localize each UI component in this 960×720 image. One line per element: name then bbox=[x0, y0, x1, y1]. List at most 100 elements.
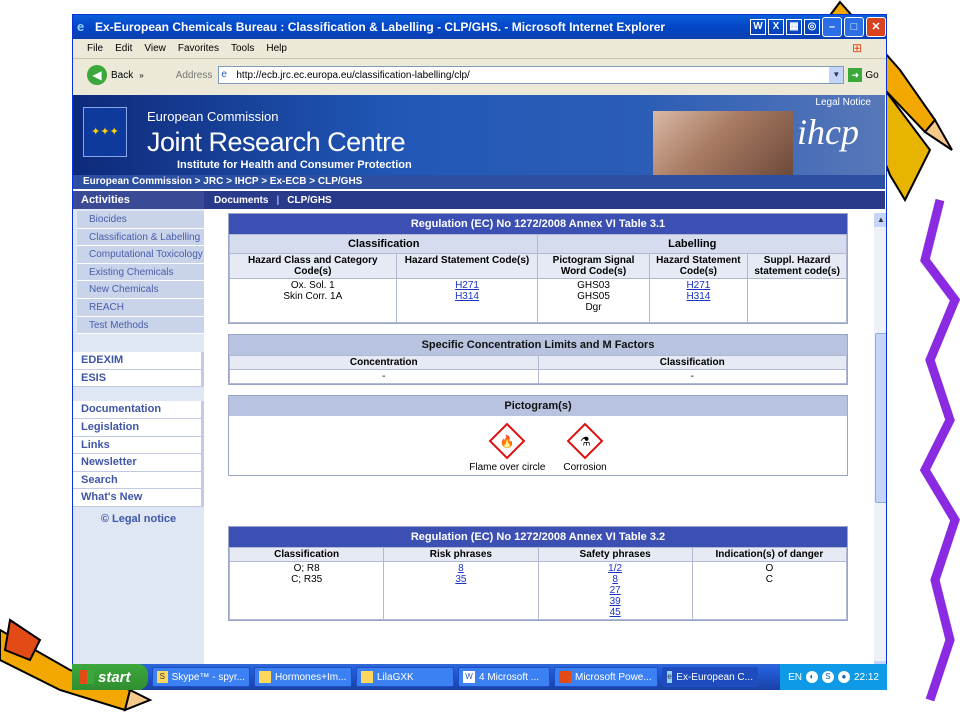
link-safety-39[interactable]: 39 bbox=[541, 596, 690, 607]
start-label: start bbox=[98, 669, 131, 686]
lab-photo bbox=[653, 111, 793, 175]
maximize-button[interactable]: □ bbox=[844, 17, 864, 37]
link-h271[interactable]: H271 bbox=[399, 280, 536, 291]
jrc-heading: Joint Research Centre bbox=[147, 127, 405, 158]
task-folder-hormones[interactable]: Hormones+Im... bbox=[254, 667, 352, 687]
windows-logo-icon bbox=[80, 670, 94, 684]
start-button[interactable]: start bbox=[72, 664, 148, 690]
danger-1: O bbox=[695, 563, 844, 574]
classification-2: C; R35 bbox=[232, 574, 381, 585]
menu-file[interactable]: File bbox=[87, 43, 103, 54]
back-button[interactable]: ◀ Back » bbox=[87, 65, 144, 85]
link-safety-45[interactable]: 45 bbox=[541, 607, 690, 618]
danger-cell: O C bbox=[692, 562, 846, 620]
nav-classification-labelling[interactable]: Classification & Labelling bbox=[77, 229, 204, 247]
table-row: O; R8 C; R35 8 35 1/2 8 27 39 45 bbox=[230, 562, 847, 620]
concentration-value: - bbox=[230, 370, 539, 384]
folder-icon bbox=[259, 671, 271, 683]
link-label-h314[interactable]: H314 bbox=[652, 291, 746, 302]
nav-existing-chemicals[interactable]: Existing Chemicals bbox=[77, 264, 204, 282]
nav-biocides[interactable]: Biocides bbox=[77, 211, 204, 229]
col-safety-phrases: Safety phrases bbox=[538, 548, 692, 562]
link-label-h271[interactable]: H271 bbox=[652, 280, 746, 291]
nav-computational-toxicology[interactable]: Computational Toxicology bbox=[77, 246, 204, 264]
group-labelling: Labelling bbox=[538, 235, 847, 254]
nav-documentation[interactable]: Documentation bbox=[73, 401, 204, 419]
skype-tray-icon[interactable]: S bbox=[822, 671, 834, 683]
address-url[interactable]: http://ecb.jrc.ec.europa.eu/classificati… bbox=[236, 70, 469, 81]
table-row: Ox. Sol. 1 Skin Corr. 1A H271 H314 GHS03… bbox=[230, 279, 847, 323]
nav-reach[interactable]: REACH bbox=[77, 299, 204, 317]
ihcp-logo: ihcp bbox=[797, 111, 859, 153]
link-safety-8[interactable]: 8 bbox=[541, 574, 690, 585]
content-tabs: Documents | CLP/GHS bbox=[204, 191, 885, 209]
system-tray: EN ◐ S ● 22:12 bbox=[780, 664, 887, 690]
link-safety-27[interactable]: 27 bbox=[541, 585, 690, 596]
nav-esis[interactable]: ESIS bbox=[73, 370, 204, 388]
close-button[interactable]: ✕ bbox=[866, 17, 886, 37]
institute-heading: Institute for Health and Consumer Protec… bbox=[177, 159, 412, 171]
chevron-down-icon[interactable]: » bbox=[139, 71, 143, 80]
col-scl-classification: Classification bbox=[538, 356, 847, 370]
eu-flag-icon: ✦✦✦ bbox=[83, 107, 127, 157]
task-powerpoint[interactable]: Microsoft Powe... bbox=[554, 667, 658, 687]
tab-documents[interactable]: Documents bbox=[214, 195, 268, 206]
app-icon[interactable]: ▦ bbox=[786, 19, 802, 35]
scl-table: Concentration Classification - - bbox=[229, 355, 847, 384]
menu-favorites[interactable]: Favorites bbox=[178, 43, 219, 54]
powerpoint-icon bbox=[559, 671, 571, 683]
legal-notice-link[interactable]: Legal Notice bbox=[815, 97, 871, 108]
menu-help[interactable]: Help bbox=[266, 43, 287, 54]
address-bar[interactable]: e http://ecb.jrc.ec.europa.eu/classifica… bbox=[218, 66, 844, 84]
site-banner: ✦✦✦ European Commission Joint Research C… bbox=[73, 95, 885, 175]
nav-newsletter[interactable]: Newsletter bbox=[73, 454, 204, 472]
menu-bar: File Edit View Favorites Tools Help ⊞ bbox=[73, 39, 887, 59]
nav-legislation[interactable]: Legislation bbox=[73, 419, 204, 437]
minimize-button[interactable]: – bbox=[822, 17, 842, 37]
security-icon[interactable]: ● bbox=[838, 671, 850, 683]
corrosion-icon: ⚗ bbox=[567, 423, 604, 460]
network-icon[interactable]: ◐ bbox=[806, 671, 818, 683]
excel-icon[interactable]: X bbox=[768, 19, 784, 35]
task-folder-lila[interactable]: LilaGXK bbox=[356, 667, 454, 687]
task-skype[interactable]: SSkype™ - spyr... bbox=[152, 667, 250, 687]
nav-search[interactable]: Search bbox=[73, 472, 204, 490]
nav-links[interactable]: Links bbox=[73, 437, 204, 455]
tab-clp-ghs[interactable]: CLP/GHS bbox=[287, 195, 331, 206]
scroll-thumb[interactable] bbox=[875, 333, 887, 503]
go-button[interactable]: ➜ Go bbox=[848, 68, 878, 82]
app-icon-2[interactable]: ◎ bbox=[804, 19, 820, 35]
hazard-statement-cell: H271 H314 bbox=[396, 279, 538, 323]
language-indicator[interactable]: EN bbox=[788, 672, 802, 683]
legal-notice-nav[interactable]: © Legal notice bbox=[73, 513, 204, 525]
danger-2: C bbox=[695, 574, 844, 585]
menu-tools[interactable]: Tools bbox=[231, 43, 254, 54]
windows-logo-icon: ⊞ bbox=[852, 41, 868, 57]
nav-test-methods[interactable]: Test Methods bbox=[77, 317, 204, 335]
link-safety-1-2[interactable]: 1/2 bbox=[541, 563, 690, 574]
vertical-scrollbar[interactable]: ▲ ▼ bbox=[874, 213, 887, 675]
link-h314[interactable]: H314 bbox=[399, 291, 536, 302]
suppl-cell bbox=[748, 279, 847, 323]
word-icon[interactable]: W bbox=[750, 19, 766, 35]
nav-whats-new[interactable]: What's New bbox=[73, 489, 204, 507]
pictogram-corrosion: ⚗ Corrosion bbox=[563, 422, 606, 473]
nav-edexim[interactable]: EDEXIM bbox=[73, 352, 204, 370]
pictogram-list: 🔥 Flame over circle ⚗ Corrosion bbox=[229, 416, 847, 475]
col-hazard-statement: Hazard Statement Code(s) bbox=[396, 254, 538, 279]
breadcrumb[interactable]: European Commission > JRC > IHCP > Ex-EC… bbox=[73, 175, 885, 189]
menu-edit[interactable]: Edit bbox=[115, 43, 132, 54]
nav-new-chemicals[interactable]: New Chemicals bbox=[77, 281, 204, 299]
task-word[interactable]: W4 Microsoft ... bbox=[458, 667, 550, 687]
annex-table-3-2: Regulation (EC) No 1272/2008 Annex VI Ta… bbox=[228, 526, 848, 621]
address-dropdown-icon[interactable]: ▼ bbox=[829, 67, 843, 83]
table-row: - - bbox=[230, 370, 847, 384]
menu-view[interactable]: View bbox=[144, 43, 166, 54]
pictogram-title: Pictogram(s) bbox=[229, 396, 847, 416]
link-risk-8[interactable]: 8 bbox=[386, 563, 535, 574]
col-label-statement: Hazard Statement Code(s) bbox=[649, 254, 748, 279]
left-navigation: Activities Biocides Classification & Lab… bbox=[73, 191, 204, 675]
scroll-up-icon[interactable]: ▲ bbox=[874, 213, 887, 227]
link-risk-35[interactable]: 35 bbox=[386, 574, 535, 585]
task-ie[interactable]: eEx-European C... bbox=[662, 667, 758, 687]
